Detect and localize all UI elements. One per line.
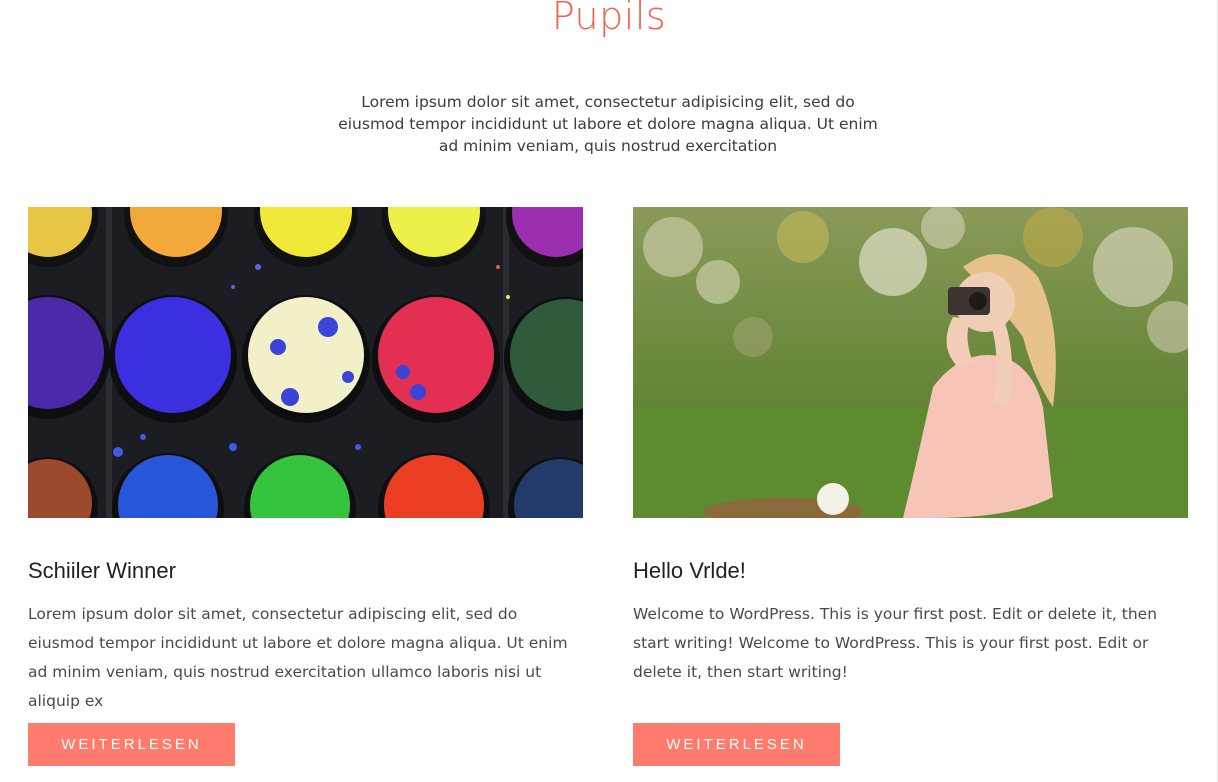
post-card-hello-vrlde: Hello Vrlde! Welcome to WordPress. This … [633,207,1188,766]
read-more-button[interactable]: WEITERLESEN [633,723,840,766]
post-title[interactable]: Schiiler Winner [28,556,583,586]
post-card-schiiler-winner: Schiiler Winner Lorem ipsum dolor sit am… [28,207,583,766]
post-excerpt: Welcome to WordPress. This is your first… [633,605,1158,681]
girl-with-camera-in-meadow-image[interactable] [633,207,1188,518]
watercolor-paint-palette-image[interactable] [28,207,583,518]
post-excerpt: Lorem ipsum dolor sit amet, consectetur … [28,605,568,710]
post-title[interactable]: Hello Vrlde! [633,556,1188,586]
read-more-button[interactable]: WEITERLESEN [28,723,235,766]
section-intro: Lorem ipsum dolor sit amet, consectetur … [338,93,878,155]
section-title: Pupils [551,0,667,38]
